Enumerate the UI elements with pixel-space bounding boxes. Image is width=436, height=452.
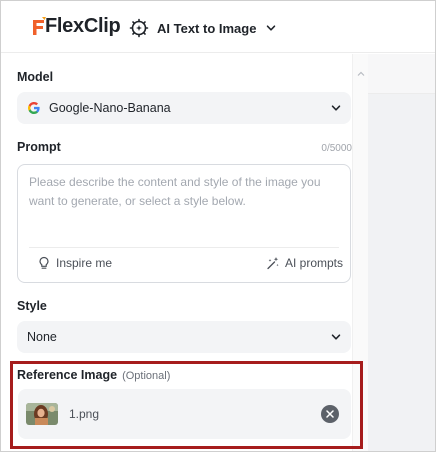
prompt-label: Prompt	[17, 140, 61, 154]
ai-sparkle-gear-icon	[129, 18, 149, 38]
style-select[interactable]: None	[17, 321, 351, 353]
inspire-me-button[interactable]: Inspire me	[37, 256, 112, 270]
top-header: FlexClip AI Text to Image	[1, 1, 435, 53]
chevron-down-icon	[331, 105, 341, 111]
model-label: Model	[17, 70, 54, 84]
prompt-divider	[29, 247, 339, 248]
prompt-textarea[interactable]: Please describe the content and style of…	[17, 164, 351, 283]
reference-thumbnail	[26, 403, 58, 425]
reference-file-name: 1.png	[69, 407, 100, 421]
google-g-icon	[28, 102, 40, 114]
reference-image-heading: Reference Image (Optional)	[17, 368, 170, 382]
inspire-me-label: Inspire me	[56, 256, 113, 270]
reference-file-item[interactable]: 1.png	[18, 389, 351, 439]
style-label: Style	[17, 299, 47, 313]
scroll-up-icon	[357, 71, 365, 76]
model-value: Google-Nano-Banana	[49, 101, 171, 115]
tool-switcher[interactable]: AI Text to Image	[129, 15, 276, 41]
prompt-placeholder: Please describe the content and style of…	[29, 175, 321, 208]
model-select[interactable]: Google-Nano-Banana	[17, 92, 351, 124]
canvas-toolbar	[368, 54, 435, 94]
prompt-char-counter: 0/5000	[321, 143, 352, 154]
style-value: None	[27, 330, 57, 344]
reference-image-label: Reference Image	[17, 368, 118, 382]
ai-prompts-label: AI prompts	[285, 256, 344, 270]
canvas-area	[368, 54, 435, 451]
brand-text: FlexClip	[45, 15, 121, 37]
flexclip-logo[interactable]: FlexClip	[31, 13, 121, 41]
chevron-down-icon	[331, 334, 341, 340]
portrait-thumbnail-image	[26, 403, 58, 425]
magic-wand-icon	[267, 257, 279, 270]
ai-prompts-button[interactable]: AI prompts	[266, 256, 343, 270]
reference-optional-label: (Optional)	[122, 370, 171, 382]
remove-reference-button[interactable]	[321, 405, 339, 423]
close-icon	[326, 410, 334, 418]
tool-label: AI Text to Image	[157, 20, 257, 36]
lightbulb-icon	[39, 256, 49, 269]
chevron-down-icon	[267, 25, 276, 31]
